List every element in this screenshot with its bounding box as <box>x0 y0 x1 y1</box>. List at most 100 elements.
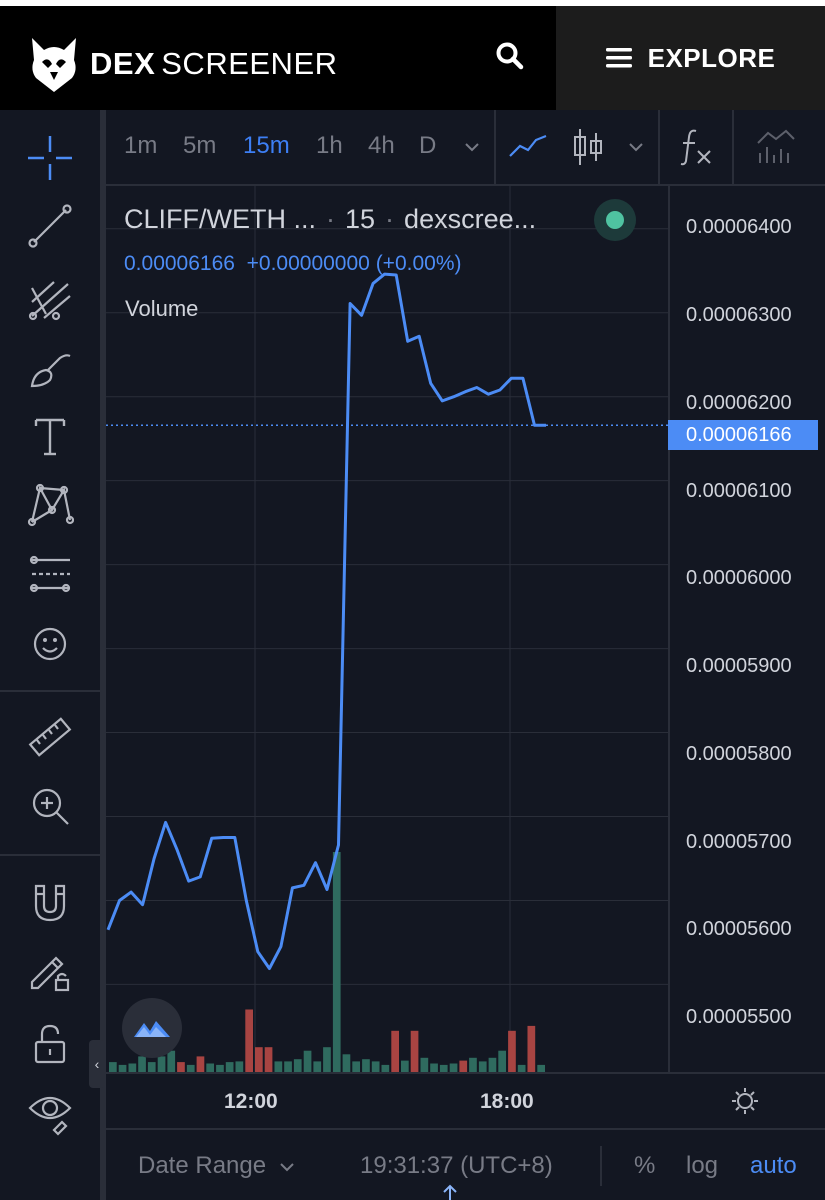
line-chart-icon <box>509 134 547 157</box>
clock-display[interactable]: 19:31:37 (UTC+8) <box>360 1152 553 1180</box>
gear-icon <box>732 1088 758 1114</box>
lock-tool[interactable] <box>22 1018 78 1070</box>
sidebar-divider <box>0 854 100 856</box>
timeframe-1h[interactable]: 1h <box>316 132 343 160</box>
trend-line-icon <box>28 204 72 248</box>
measure-tool[interactable] <box>22 712 78 764</box>
lock-drawings-tool[interactable] <box>22 944 78 996</box>
line-chart-button[interactable] <box>504 124 552 170</box>
volume-bar <box>167 1050 176 1072</box>
zoom-in-icon <box>32 788 69 825</box>
zoom-tool[interactable] <box>22 780 78 832</box>
volume-bar <box>245 1009 253 1072</box>
volume-bar <box>109 1062 117 1072</box>
log-toggle[interactable]: log <box>686 1152 718 1180</box>
candles-button[interactable] <box>564 124 612 170</box>
price-axis-label: 0.00006000 <box>686 567 792 589</box>
price-axis-label: 0.00006100 <box>686 480 792 502</box>
volume-bar <box>313 1061 322 1072</box>
price-axis-label: 0.00005600 <box>686 918 792 940</box>
price-axis-label: 0.00005700 <box>686 831 792 853</box>
volume-bar <box>478 1061 487 1072</box>
volume-bar <box>430 1063 438 1072</box>
time-axis[interactable] <box>106 1072 825 1130</box>
volume-bar <box>186 1064 195 1072</box>
volume-bar <box>274 1061 283 1072</box>
candlestick-icon <box>574 129 602 165</box>
fib-tool[interactable] <box>22 272 78 324</box>
unlock-icon <box>34 1024 66 1064</box>
volume-bar <box>225 1062 234 1072</box>
trend-line-tool[interactable] <box>22 200 78 252</box>
explore-label: EXPLORE <box>647 42 776 73</box>
volume-bar <box>537 1064 545 1072</box>
current-price-badge: 0.00006166 <box>668 420 818 450</box>
price-legend: 0.00006166 +0.00000000 (+0.00%) <box>124 252 461 276</box>
auto-toggle[interactable]: auto <box>750 1152 797 1180</box>
price-axis-label: 0.00005500 <box>686 1006 792 1028</box>
time-axis-label: 18:00 <box>480 1090 534 1113</box>
hide-drawings-tool[interactable] <box>22 1086 78 1138</box>
volume-bar <box>177 1062 185 1072</box>
emoji-tool[interactable] <box>22 618 78 670</box>
brand-name-bold: DEX <box>90 46 156 81</box>
volume-bar <box>410 1030 419 1072</box>
magnet-tool[interactable] <box>22 876 78 928</box>
ruler-icon <box>28 717 72 757</box>
timeframe-5m[interactable]: 5m <box>183 132 216 160</box>
chevron-down-icon <box>465 143 479 152</box>
pattern-tool[interactable] <box>22 478 78 530</box>
pattern-icon <box>27 483 74 527</box>
crosshair-tool[interactable] <box>22 132 78 184</box>
explore-button[interactable]: EXPLORE <box>556 6 825 110</box>
volume-bar <box>488 1057 497 1072</box>
volume-bar <box>235 1061 244 1072</box>
toolbar-divider <box>658 110 660 184</box>
volume-bar <box>147 1062 156 1072</box>
volume-bar <box>128 1063 137 1072</box>
volume-bar <box>508 1030 516 1072</box>
source-label: dexscree... <box>404 204 537 234</box>
search-button[interactable] <box>490 36 530 76</box>
chevron-down-icon <box>629 143 643 152</box>
timeframe-4h[interactable]: 4h <box>368 132 395 160</box>
brand-logo[interactable]: DEX SCREENER <box>28 36 338 92</box>
magnet-icon <box>34 884 66 922</box>
volume-bar <box>362 1059 370 1072</box>
eye-icon <box>28 1096 72 1136</box>
smiley-icon <box>33 627 67 661</box>
pair-name: CLIFF/WETH ... <box>124 204 316 234</box>
indicators-button[interactable] <box>672 124 720 170</box>
app-root: DEX SCREENER EXPLORE 1m 5m 15m 1h 4h D C… <box>0 0 825 1200</box>
prediction-tool[interactable] <box>22 548 78 600</box>
text-tool[interactable] <box>22 410 78 462</box>
chevron-down-icon <box>280 1162 294 1172</box>
volume-bar <box>206 1063 214 1072</box>
function-fx-icon <box>680 129 711 166</box>
legend-change: +0.00000000 <box>246 252 370 275</box>
volume-bar <box>498 1050 506 1072</box>
timeframe-15m[interactable]: 15m <box>243 132 290 160</box>
brush-tool[interactable] <box>22 342 78 394</box>
timeframe-dropdown[interactable] <box>460 124 484 170</box>
chart-type-dropdown[interactable] <box>624 124 648 170</box>
crosshair-icon <box>28 136 72 180</box>
volume-bar <box>332 852 341 1072</box>
tradingview-logo-button[interactable] <box>122 998 182 1058</box>
forecast-icon <box>29 555 71 593</box>
timeframe-d[interactable]: D <box>419 132 436 160</box>
collapse-sidebar-button[interactable]: ‹ <box>89 1040 105 1088</box>
volume-bar <box>118 1064 127 1072</box>
price-line <box>106 272 546 970</box>
symbol-legend[interactable]: CLIFF/WETH ... · 15 · dexscree... <box>124 204 536 235</box>
percent-toggle[interactable]: % <box>634 1152 655 1180</box>
timeframe-1m[interactable]: 1m <box>124 132 157 160</box>
volume-legend[interactable]: Volume <box>125 296 198 322</box>
price-axis-label: 0.00006300 <box>686 304 792 326</box>
chart-settings-button[interactable] <box>730 1086 760 1121</box>
date-range-button[interactable]: Date Range <box>138 1152 295 1180</box>
menu-icon <box>605 48 632 68</box>
compare-button[interactable] <box>746 124 806 170</box>
text-icon <box>34 418 66 456</box>
owl-logo-icon <box>32 38 76 92</box>
